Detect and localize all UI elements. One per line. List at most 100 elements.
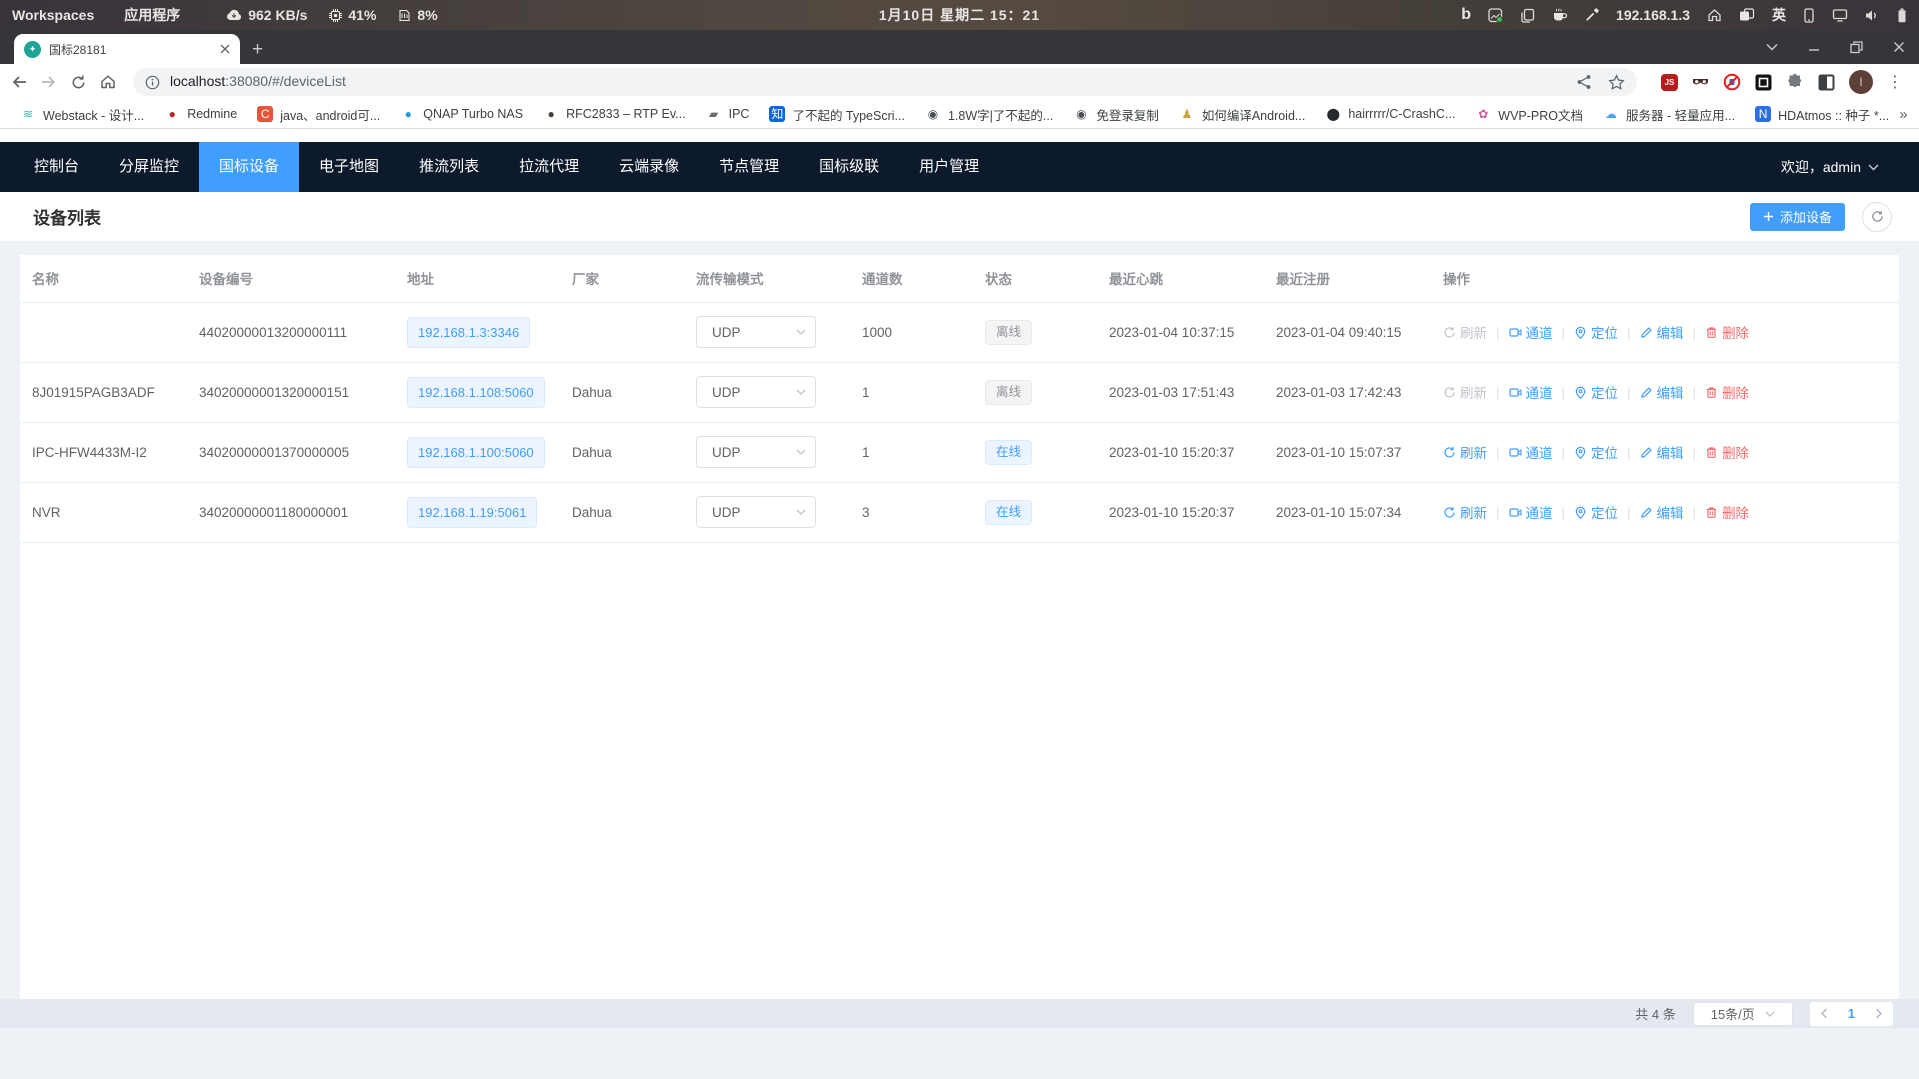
stream-mode-select[interactable]: UDP <box>696 376 816 408</box>
blocker-extension-icon[interactable] <box>1723 73 1741 91</box>
clipboard-tray-icon[interactable] <box>1520 8 1535 23</box>
nav-menu-item[interactable]: 分屏监控 <box>99 142 199 192</box>
nav-menu-item[interactable]: 云端录像 <box>599 142 699 192</box>
channel-action[interactable]: 通道 <box>1509 382 1553 402</box>
battery-icon[interactable] <box>1897 8 1907 23</box>
nav-menu-item[interactable]: 国标设备 <box>199 142 299 192</box>
js-extension-icon[interactable]: JS <box>1661 74 1678 91</box>
profile-avatar[interactable]: I <box>1849 70 1873 94</box>
locate-action[interactable]: 定位 <box>1574 322 1618 342</box>
browser-menu-icon[interactable]: ⋮ <box>1887 72 1903 92</box>
stream-mode-select[interactable]: UDP <box>696 496 816 528</box>
bookmark-item[interactable]: ☁ 服务器 - 轻量应用... <box>1593 105 1745 124</box>
url-bar[interactable]: localhost:38080/#/deviceList <box>133 68 1637 96</box>
home-tray-icon[interactable] <box>1707 8 1722 22</box>
clock[interactable]: 1月10日 星期二 15：21 <box>879 5 1040 25</box>
window-restore-icon[interactable] <box>1850 41 1863 54</box>
color-picker-tray-icon[interactable] <box>1585 8 1599 22</box>
site-info-icon[interactable] <box>145 75 160 90</box>
back-icon[interactable] <box>10 73 28 91</box>
user-menu[interactable]: 欢迎，admin <box>1781 157 1919 177</box>
coffee-tray-icon[interactable] <box>1552 8 1568 22</box>
bookmark-item[interactable]: ♟ 如何编译Android... <box>1169 105 1316 124</box>
tab-search-icon[interactable] <box>1766 43 1778 51</box>
reload-icon[interactable] <box>70 74 87 91</box>
bookmark-item[interactable]: ◉ 1.8W字|了不起的... <box>915 105 1063 124</box>
bookmark-item[interactable]: C java、android可... <box>247 105 390 124</box>
locate-action[interactable]: 定位 <box>1574 442 1618 462</box>
bookmark-item[interactable]: ● Redmine <box>154 106 247 122</box>
bookmark-label: 服务器 - 轻量应用... <box>1626 105 1735 124</box>
edit-action[interactable]: 编辑 <box>1640 442 1684 462</box>
bing-tray-icon[interactable]: b <box>1461 6 1471 24</box>
bookmark-item[interactable]: ◉ 免登录复制 <box>1063 105 1169 124</box>
dark-reader-extension-icon[interactable] <box>1755 74 1772 91</box>
bookmark-item[interactable]: ⬤ hairrrrr/C-CrashC... <box>1315 106 1465 122</box>
bookmark-label: Redmine <box>187 107 237 121</box>
workspaces-button[interactable]: Workspaces <box>12 7 94 23</box>
bookmark-item[interactable]: ▰ IPC <box>696 106 760 122</box>
address-tag: 192.168.1.19:5061 <box>407 497 537 528</box>
page-size-select[interactable]: 15条/页 <box>1693 1002 1793 1026</box>
stream-mode-select[interactable]: UDP <box>696 436 816 468</box>
bookmark-item[interactable]: ● QNAP Turbo NAS <box>390 106 533 122</box>
url-text[interactable]: localhost:38080/#/deviceList <box>170 73 346 91</box>
bookmarks-overflow-icon[interactable]: » <box>1899 106 1915 123</box>
ip-indicator[interactable]: 192.168.1.3 <box>1616 7 1690 23</box>
browser-tab[interactable]: ✦ 国标28181 <box>14 34 240 64</box>
volume-icon[interactable] <box>1865 9 1880 22</box>
nav-menu-item[interactable]: 控制台 <box>14 142 99 192</box>
share-icon[interactable] <box>1576 74 1592 90</box>
input-method-indicator[interactable]: 英 <box>1772 5 1786 25</box>
refresh-action[interactable]: 刷新 <box>1443 502 1487 522</box>
bookmark-item[interactable]: 知 了不起的 TypeScri... <box>759 105 915 124</box>
delete-action[interactable]: 删除 <box>1705 442 1749 462</box>
window-minimize-icon[interactable] <box>1808 41 1820 53</box>
channel-action[interactable]: 通道 <box>1509 322 1553 342</box>
stream-mode-select[interactable]: UDP <box>696 316 816 348</box>
bookmark-item[interactable]: ● RFC2833 – RTP Ev... <box>533 106 696 122</box>
prev-page-icon[interactable] <box>1820 1008 1828 1019</box>
extensions-puzzle-icon[interactable] <box>1786 73 1804 91</box>
add-device-button[interactable]: 添加设备 <box>1750 203 1845 231</box>
forward-icon[interactable] <box>40 73 58 91</box>
channel-action[interactable]: 通道 <box>1509 442 1553 462</box>
refresh-list-button[interactable] <box>1862 202 1892 232</box>
display-tray-icon[interactable] <box>1832 8 1848 22</box>
locate-action[interactable]: 定位 <box>1574 382 1618 402</box>
delete-action[interactable]: 删除 <box>1705 502 1749 522</box>
adblock-mask-extension-icon[interactable] <box>1692 77 1709 88</box>
refresh-action[interactable]: 刷新 <box>1443 442 1487 462</box>
next-page-icon[interactable] <box>1875 1008 1883 1019</box>
screenshot-tray-icon[interactable] <box>1488 8 1503 23</box>
bookmark-star-icon[interactable] <box>1608 74 1625 91</box>
edit-action[interactable]: 编辑 <box>1640 322 1684 342</box>
browser-home-icon[interactable] <box>99 73 117 91</box>
channel-icon <box>1509 446 1522 459</box>
edit-action[interactable]: 编辑 <box>1640 502 1684 522</box>
nav-menu-item[interactable]: 电子地图 <box>299 142 399 192</box>
nav-menu-item[interactable]: 用户管理 <box>899 142 999 192</box>
phone-link-icon[interactable] <box>1803 8 1815 23</box>
applications-button[interactable]: 应用程序 <box>124 5 180 25</box>
bookmark-item[interactable]: N HDAtmos :: 种子 *... <box>1745 105 1899 124</box>
nav-menu-item[interactable]: 国标级联 <box>799 142 899 192</box>
nav-menu-item[interactable]: 拉流代理 <box>499 142 599 192</box>
nav-menu-item[interactable]: 节点管理 <box>699 142 799 192</box>
new-tab-button[interactable]: + <box>252 40 263 59</box>
sidebar-toggle-extension-icon[interactable] <box>1818 74 1835 91</box>
delete-action[interactable]: 删除 <box>1705 382 1749 402</box>
delete-action[interactable]: 删除 <box>1705 322 1749 342</box>
bookmark-item[interactable]: ≋ Webstack - 设计... <box>10 105 154 124</box>
refresh-action[interactable]: 刷新 <box>1443 322 1487 342</box>
channel-action[interactable]: 通道 <box>1509 502 1553 522</box>
edit-action[interactable]: 编辑 <box>1640 382 1684 402</box>
refresh-action[interactable]: 刷新 <box>1443 382 1487 402</box>
bookmark-item[interactable]: ✿ WVP-PRO文档 <box>1465 105 1593 124</box>
locate-action[interactable]: 定位 <box>1574 502 1618 522</box>
workspace-switcher-icon[interactable] <box>1739 8 1755 22</box>
tab-close-icon[interactable] <box>220 44 230 54</box>
current-page[interactable]: 1 <box>1848 1006 1855 1021</box>
window-close-icon[interactable] <box>1893 41 1905 53</box>
nav-menu-item[interactable]: 推流列表 <box>399 142 499 192</box>
